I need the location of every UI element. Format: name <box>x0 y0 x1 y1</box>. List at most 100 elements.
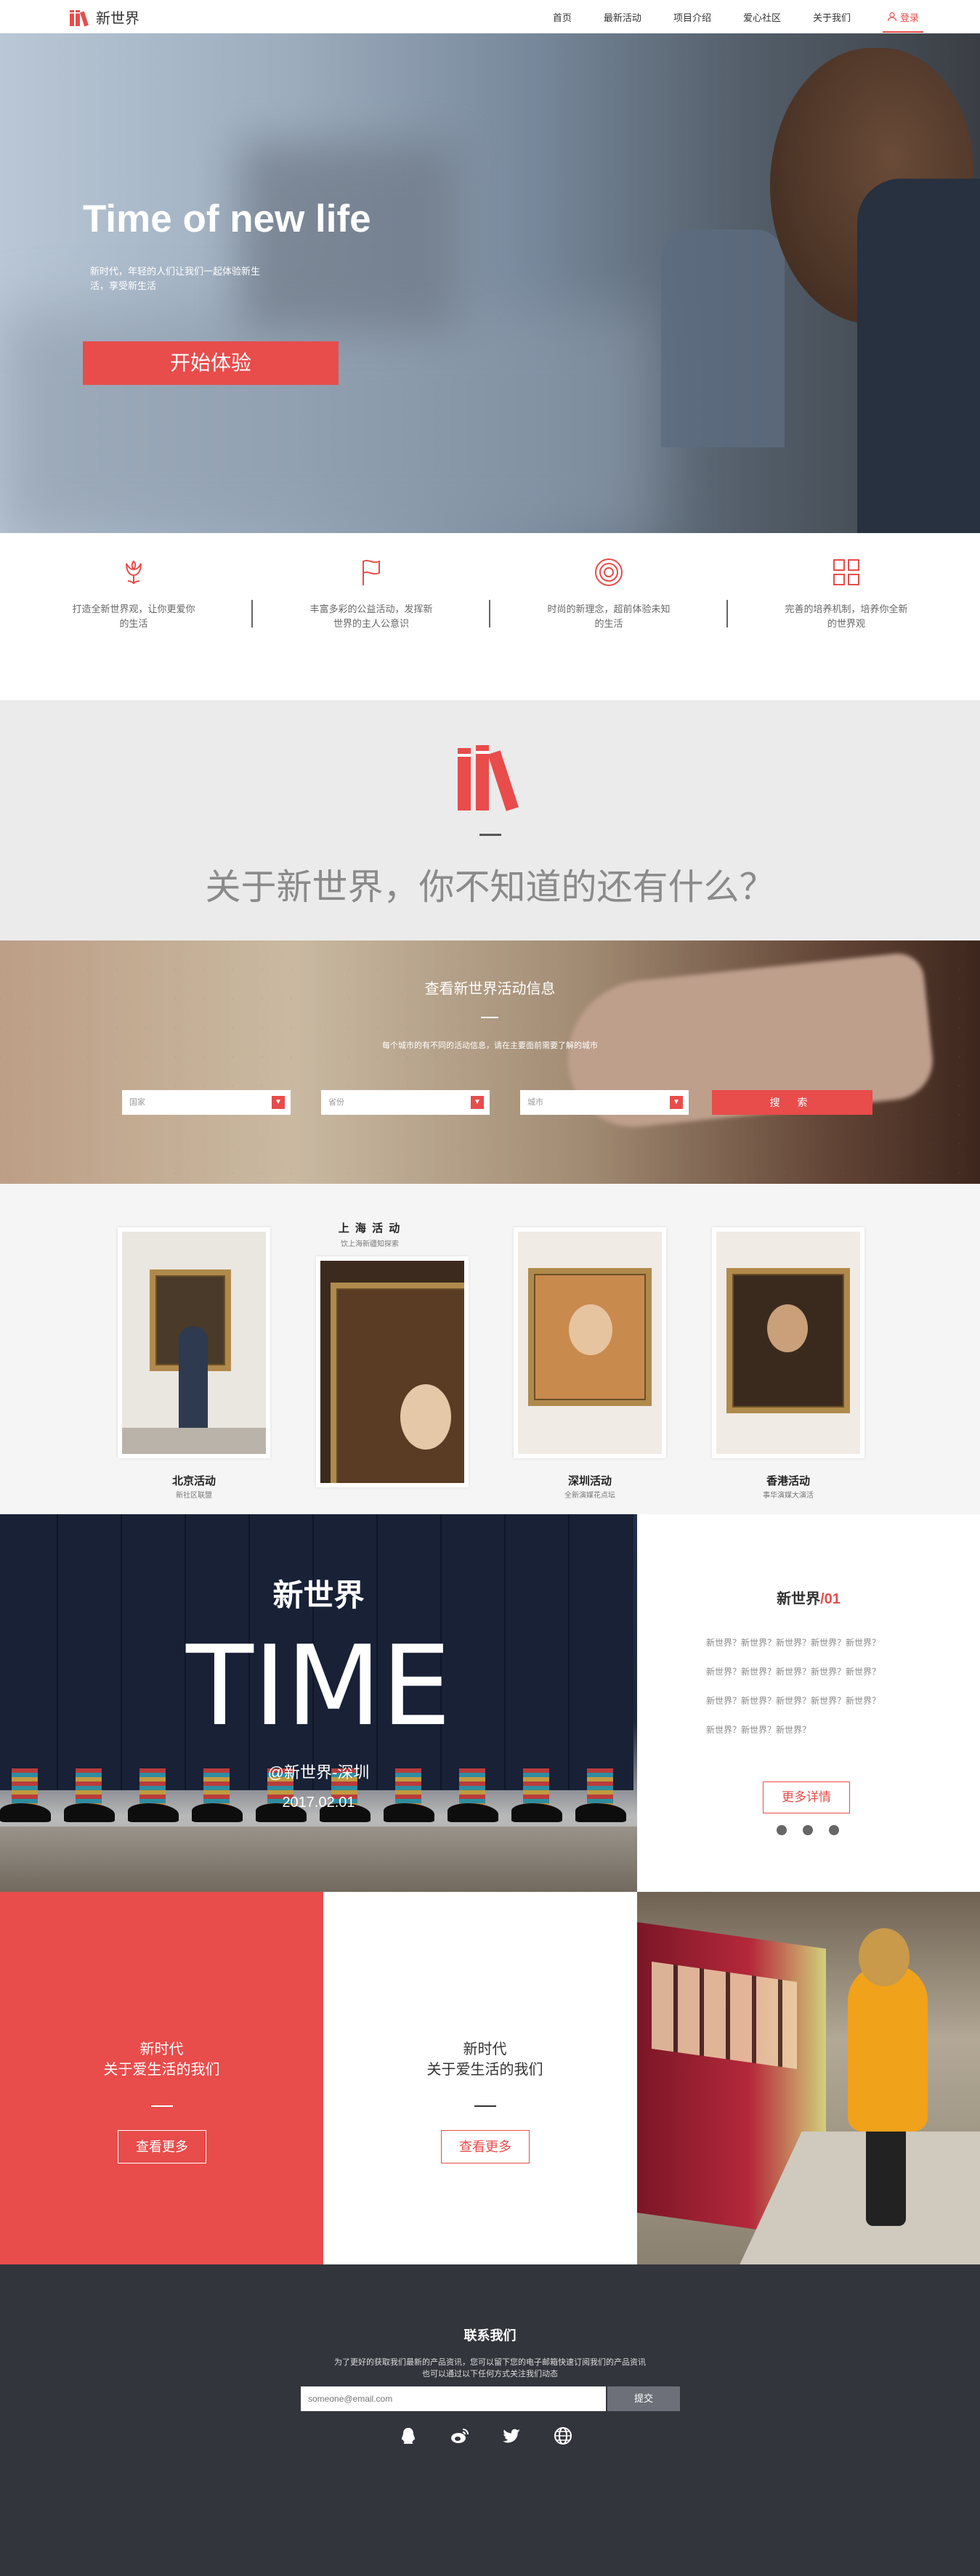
feature-text: 完善的培养机制，培养你全新的世界观 <box>785 604 908 629</box>
promo-card-red: 新时代 关于爱生活的我们 查看更多 <box>0 1892 323 2264</box>
promo-divider <box>474 2105 496 2107</box>
train-photo <box>637 1892 980 2264</box>
brand-logo[interactable]: 新世界 <box>68 6 139 28</box>
login-link[interactable]: 登录 <box>882 1 923 33</box>
gallery-title: 深圳活动 <box>567 1475 612 1487</box>
hero-banner: Time of new life 新时代，年轻的人们让我们一起体验新生活，享受新… <box>0 33 980 533</box>
woman-head <box>859 1928 910 1986</box>
activity-search: 查看新世界活动信息 每个城市的有不同的活动信息，请在主要面前需要了解的城市 国家… <box>0 940 980 1184</box>
feature-item: 丰富多彩的公益活动，发挥新世界的主人公意识 <box>253 533 490 700</box>
feature-item: 完善的培养机制，培养你全新的世界观 <box>728 533 965 700</box>
globe-icon[interactable] <box>553 2426 573 2446</box>
nav-about[interactable]: 关于我们 <box>813 10 851 24</box>
tulip-icon <box>126 560 142 585</box>
more-details-button[interactable]: 更多详情 <box>763 1781 850 1813</box>
gallery-title: 香港活动 <box>766 1475 810 1487</box>
hero-bg-seat <box>857 179 980 533</box>
features-row: 打造全新世界观，让你更爱你的生活 丰富多彩的公益活动，发挥新世界的主人公意识 时… <box>0 533 980 700</box>
nav-home[interactable]: 首页 <box>553 10 572 24</box>
login-label: 登录 <box>899 12 919 23</box>
gallery-photo <box>518 1232 662 1454</box>
gallery-card-shenzhen[interactable] <box>514 1227 666 1458</box>
search-title: 查看新世界活动信息 <box>424 981 556 997</box>
gallery-subtitle: 全新演媒花点坛 <box>564 1492 615 1500</box>
time-handle: @新世界-深圳 <box>267 1763 370 1781</box>
news-line: 新世界？新世界？新世界？新世界？新世界？ <box>706 1696 881 1706</box>
hero-bg-seat <box>661 229 785 447</box>
start-experience-button[interactable]: 开始体验 <box>83 341 339 385</box>
news-title: 新世界/01 <box>637 1587 980 1608</box>
news-panel: 新世界/01 新世界？新世界？新世界？新世界？新世界？ 新世界？新世界？新世界？… <box>637 1514 980 1892</box>
nav-latest-activities[interactable]: 最新活动 <box>604 10 641 24</box>
see-more-button[interactable]: 查看更多 <box>441 2130 530 2163</box>
time-banner: 新世界 TIME @新世界-深圳 2017.02.01 <box>0 1514 637 1892</box>
chevron-down-icon: ▼ <box>670 1096 683 1109</box>
news-line: 新世界？新世界？新世界？ <box>706 1725 811 1735</box>
gallery-photo <box>320 1261 464 1483</box>
search-divider <box>481 1017 498 1018</box>
promo-line2: 关于爱生活的我们 <box>103 2062 220 2078</box>
gallery-card-shanghai[interactable] <box>316 1256 469 1487</box>
hero-subtitle: 新时代，年轻的人们让我们一起体验新生活，享受新生活 <box>90 266 261 291</box>
country-select[interactable]: 国家 ▼ <box>122 1090 291 1115</box>
province-select[interactable]: 省份 ▼ <box>321 1090 490 1115</box>
footer-title: 联系我们 <box>463 2328 517 2343</box>
search-desc: 每个城市的有不同的活动信息，请在主要面前需要了解的城市 <box>382 1041 598 1050</box>
promo-divider <box>151 2105 173 2107</box>
about-title: 关于新世界，你不知道的还有什么？ <box>205 868 775 907</box>
brand-name: 新世界 <box>96 10 139 27</box>
portrait-face <box>400 1384 451 1450</box>
flag-icon <box>363 559 380 585</box>
top-navbar: 新世界 首页 最新活动 项目介绍 爱心社区 关于我们 登录 <box>0 0 980 33</box>
target-icon <box>595 558 623 586</box>
feature-text: 打造全新世界观，让你更爱你的生活 <box>72 604 195 629</box>
gallery-title: 上 海 活 动 <box>338 1222 402 1235</box>
chevron-down-icon: ▼ <box>272 1096 285 1109</box>
nav-community[interactable]: 爱心社区 <box>743 10 781 24</box>
footer-desc: 为了更好的获取我们最新的产品资讯，您可以留下您的电子邮箱快速订阅我们的产品资讯 <box>334 2358 646 2367</box>
carousel-dot[interactable] <box>777 1825 787 1835</box>
gallery-subtitle: 饮上海新疆知探索 <box>341 1240 399 1248</box>
city-select[interactable]: 城市 ▼ <box>520 1090 689 1115</box>
email-input[interactable] <box>301 2386 606 2411</box>
gallery-photo <box>716 1232 860 1454</box>
woman-yellow-coat <box>848 1964 928 2132</box>
time-date: 2017.02.01 <box>282 1795 355 1811</box>
news-line: 新世界？新世界？新世界？新世界？新世界？ <box>706 1638 881 1648</box>
submit-button[interactable]: 提交 <box>607 2386 680 2411</box>
portrait-face <box>767 1304 808 1352</box>
floor <box>122 1428 266 1454</box>
woman-legs <box>866 2124 906 2226</box>
see-more-button[interactable]: 查看更多 <box>118 2130 206 2163</box>
search-button[interactable]: 搜 索 <box>712 1090 872 1115</box>
nav-projects[interactable]: 项目介绍 <box>673 10 711 24</box>
gallery-photo <box>122 1232 266 1454</box>
news-line: 新世界？新世界？新世界？新世界？新世界？ <box>706 1667 881 1677</box>
gallery-subtitle: 新社区联盟 <box>176 1492 212 1500</box>
about-section: 关于新世界，你不知道的还有什么？ <box>0 700 980 940</box>
carousel-dot[interactable] <box>803 1825 813 1835</box>
footer: 联系我们 为了更好的获取我们最新的产品资讯，您可以留下您的电子邮箱快速订阅我们的… <box>0 2264 980 2576</box>
carousel-dot[interactable] <box>829 1825 839 1835</box>
weibo-icon[interactable] <box>450 2426 470 2446</box>
gallery-card-beijing[interactable] <box>118 1227 270 1458</box>
gallery-subtitle: 事华演媒大演活 <box>763 1492 814 1500</box>
city-gallery: 北京活动 新社区联盟 上 海 活 动 饮上海新疆知探索 深圳活动 全新演媒花点坛… <box>0 1184 980 1514</box>
twitter-icon[interactable] <box>501 2426 522 2446</box>
promo-line1: 新时代 <box>139 2041 184 2057</box>
feature-text: 时尚的新理念，超前体验未知的生活 <box>547 604 671 629</box>
footer-desc: 也可以通过以下任何方式关注我们动态 <box>422 2370 558 2378</box>
social-links <box>398 2426 573 2446</box>
books-logo-icon <box>70 10 89 27</box>
hero-title: Time of new life <box>83 198 371 240</box>
promo-line1: 新时代 <box>463 2041 507 2057</box>
feature-text: 丰富多彩的公益活动，发挥新世界的主人公意识 <box>309 604 433 629</box>
gallery-card-hongkong[interactable] <box>712 1227 864 1458</box>
user-icon <box>887 12 897 22</box>
news-title-text: 新世界 <box>777 1591 821 1607</box>
books-icon <box>458 745 519 811</box>
feature-item: 打造全新世界观，让你更爱你的生活 <box>15 533 253 700</box>
promo-line2: 关于爱生活的我们 <box>426 2062 543 2078</box>
chevron-down-icon: ▼ <box>471 1096 484 1109</box>
qq-icon[interactable] <box>398 2426 418 2446</box>
